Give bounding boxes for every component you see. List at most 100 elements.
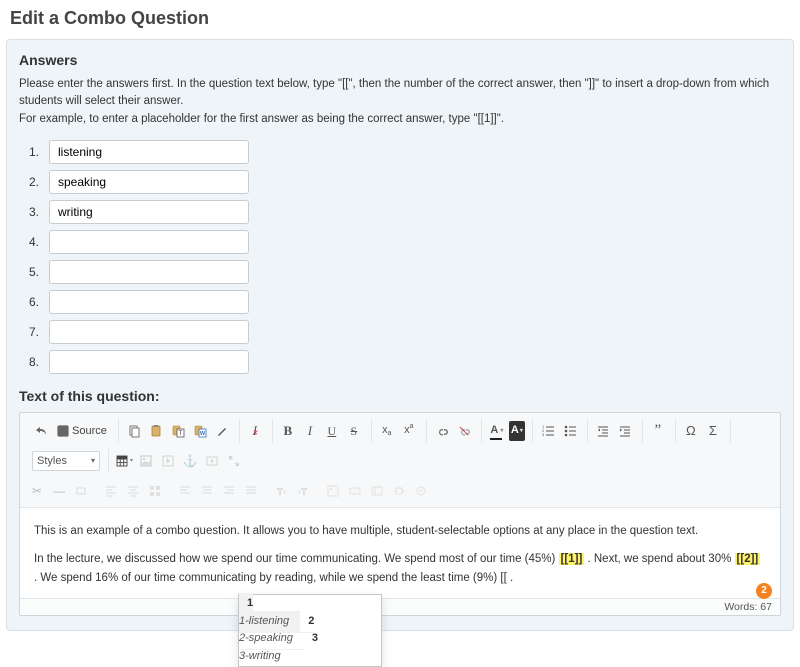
bullet-list-icon[interactable] — [560, 421, 580, 441]
answer-input-2[interactable] — [49, 170, 249, 194]
answer-input-8[interactable] — [49, 350, 249, 374]
notification-badge[interactable]: 2 — [756, 583, 772, 599]
paste-icon[interactable] — [146, 421, 166, 441]
text-color-icon[interactable]: A▾ — [487, 421, 507, 441]
answer-number: 7. — [21, 325, 49, 339]
math-icon[interactable]: Σ — [703, 421, 723, 441]
link-icon[interactable] — [432, 421, 452, 441]
numbered-list-icon[interactable]: 123 — [538, 421, 558, 441]
editor-footer: Words: 67 — [20, 598, 780, 615]
answer-input-4[interactable] — [49, 230, 249, 254]
placeholder-2[interactable]: [[2]] — [735, 553, 761, 565]
styles-label: Styles — [37, 455, 67, 467]
blockquote-icon[interactable]: ” — [648, 421, 668, 441]
answer-input-1[interactable] — [49, 140, 249, 164]
answer-number: 1. — [21, 145, 49, 159]
tb2-btn-d-icon[interactable] — [411, 481, 431, 501]
remove-format-icon[interactable]: I✕ — [245, 421, 265, 441]
tb2-btn-a-icon[interactable] — [345, 481, 365, 501]
flash-icon[interactable] — [158, 451, 178, 471]
brush-icon[interactable] — [212, 421, 232, 441]
image-icon[interactable] — [136, 451, 156, 471]
placeholder-1[interactable]: [[1]] — [559, 553, 585, 565]
tb2-align-left-icon[interactable] — [101, 481, 121, 501]
undo-icon[interactable] — [31, 421, 51, 441]
svg-text:T: T — [179, 431, 183, 437]
tb2-justify-right-icon[interactable] — [219, 481, 239, 501]
tb2-justify-full-icon[interactable] — [241, 481, 261, 501]
anchor-icon[interactable]: ⚓ — [180, 451, 200, 471]
dropdown-item-number: 1 — [247, 597, 253, 609]
unlink-icon[interactable] — [454, 421, 474, 441]
paste-word-icon[interactable]: W — [190, 421, 210, 441]
tb2-cut-icon[interactable]: ✂ — [27, 481, 47, 501]
superscript-icon[interactable]: x — [399, 421, 419, 441]
table-icon[interactable]: ▾ — [114, 451, 134, 471]
answer-number: 3. — [21, 205, 49, 219]
maximize-icon[interactable] — [224, 451, 244, 471]
italic-icon[interactable]: I — [300, 421, 320, 441]
answer-number: 4. — [21, 235, 49, 249]
answer-row: 2. — [21, 170, 781, 194]
dropdown-item-number: 2 — [308, 615, 314, 627]
bg-color-icon[interactable]: A▾ — [509, 421, 525, 441]
text-span: . Next, we spend about 30% — [587, 553, 734, 565]
tb2-justify-left-icon[interactable] — [175, 481, 195, 501]
styles-dropdown[interactable]: Styles ▾ — [32, 451, 100, 471]
answer-row: 5. — [21, 260, 781, 284]
answer-number: 8. — [21, 355, 49, 369]
tb2-ltr-icon[interactable] — [271, 481, 291, 501]
copy-icon[interactable] — [124, 421, 144, 441]
tb2-rtl-icon[interactable] — [293, 481, 313, 501]
answers-heading: Answers — [19, 52, 781, 68]
underline-icon[interactable]: U — [322, 421, 342, 441]
tb2-grid1-icon[interactable] — [145, 481, 165, 501]
source-icon — [57, 425, 69, 437]
embed-icon[interactable] — [202, 451, 222, 471]
tb2-div-icon[interactable] — [71, 481, 91, 501]
dropdown-item-label: 2-speaking — [239, 632, 293, 644]
question-heading: Text of this question: — [19, 388, 781, 404]
tb2-img2-icon[interactable] — [323, 481, 343, 501]
answer-row: 6. — [21, 290, 781, 314]
dropdown-item-number: 3 — [312, 632, 318, 644]
rich-text-editor: Source T W I✕ B I U S x x — [19, 412, 781, 616]
paste-text-icon[interactable]: T — [168, 421, 188, 441]
answer-row: 7. — [21, 320, 781, 344]
dropdown-item-label: 1-listening — [239, 615, 289, 627]
page-title: Edit a Combo Question — [0, 0, 800, 39]
editor-content[interactable]: This is an example of a combo question. … — [20, 508, 780, 598]
outdent-icon[interactable] — [593, 421, 613, 441]
tb2-justify-center-icon[interactable] — [197, 481, 217, 501]
answers-help: Please enter the answers first. In the q… — [19, 76, 781, 128]
answer-row: 3. — [21, 200, 781, 224]
answers-list: 1. 2. 3. 4. 5. 6. 7. 8. — [21, 140, 781, 374]
word-count: Words: 67 — [724, 601, 772, 613]
autocomplete-dropdown: 1 1-listening 2 2-speaking 3 3-writing — [238, 594, 382, 666]
answer-number: 6. — [21, 295, 49, 309]
source-label: Source — [72, 425, 107, 437]
subscript-icon[interactable]: x — [377, 421, 397, 441]
special-char-icon[interactable]: Ω — [681, 421, 701, 441]
tb2-hr-icon[interactable]: ― — [49, 481, 69, 501]
text-span: . — [510, 572, 513, 584]
source-button[interactable]: Source — [53, 421, 111, 441]
bold-icon[interactable]: B — [278, 421, 298, 441]
answer-input-3[interactable] — [49, 200, 249, 224]
answer-row: 4. — [21, 230, 781, 254]
strike-icon[interactable]: S — [344, 421, 364, 441]
text-open-bracket: [[ — [500, 572, 506, 584]
tb2-btn-c-icon[interactable] — [389, 481, 409, 501]
answer-input-6[interactable] — [49, 290, 249, 314]
dropdown-item-1[interactable]: 1 1-listening — [239, 593, 300, 633]
answer-number: 5. — [21, 265, 49, 279]
help-line-1: Please enter the answers first. In the q… — [19, 78, 769, 107]
panel: Answers Please enter the answers first. … — [6, 39, 794, 631]
tb2-align-center-icon[interactable] — [123, 481, 143, 501]
tb2-btn-b-icon[interactable] — [367, 481, 387, 501]
answer-input-5[interactable] — [49, 260, 249, 284]
indent-icon[interactable] — [615, 421, 635, 441]
editor-paragraph-2: In the lecture, we discussed how we spen… — [34, 550, 766, 587]
answer-input-7[interactable] — [49, 320, 249, 344]
editor-toolbar: Source T W I✕ B I U S x x — [20, 413, 780, 508]
